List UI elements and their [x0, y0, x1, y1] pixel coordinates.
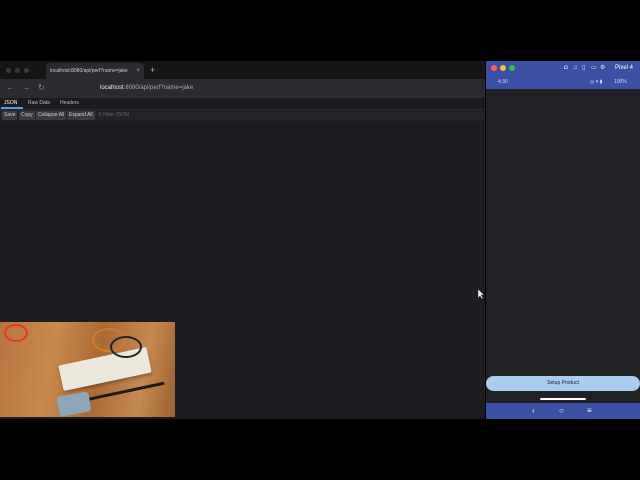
tab-close-icon[interactable]: × [136, 63, 140, 79]
expand-all-button[interactable]: Expand All [67, 111, 95, 120]
device-name: Pixel 4 [615, 65, 634, 71]
address-bar: ← → ↻ localhost:8080/api/perf?name=jake [0, 79, 485, 98]
copy-button[interactable]: Copy [19, 111, 35, 120]
browser-tab[interactable]: localhost:8080/api/perf?name=jake × [46, 63, 144, 79]
headphones-icon[interactable]: ♫ [573, 63, 578, 73]
window-icon[interactable]: ▭ [591, 63, 597, 73]
android-status-bar: 4:30 ◎ ▾ ▮ 100% [486, 75, 640, 89]
url-path: :8080/api/perf?name=jake [123, 85, 194, 91]
gesture-indicator [540, 398, 586, 400]
tab-bar: localhost:8080/api/perf?name=jake × + [0, 61, 485, 79]
tab-raw-data[interactable]: Raw Data [28, 98, 50, 109]
emulator-close-dot[interactable] [491, 65, 497, 71]
emulator-zoom-dot[interactable] [509, 65, 515, 71]
json-viewer-tabs: JSON Raw Data Headers [0, 98, 485, 110]
setup-product-button[interactable]: Setup Product [486, 376, 640, 391]
recents-nav-icon[interactable]: ≡ [587, 405, 592, 417]
json-toolbar: Save Copy Collapse All Expand All ⊻ Filt… [0, 110, 485, 121]
status-icons: ◎ ▾ ▮ [590, 79, 603, 85]
webcam-overlay [0, 322, 175, 417]
forward-icon[interactable]: → [22, 83, 30, 93]
collapse-all-button[interactable]: Collapse All [36, 111, 67, 120]
save-button[interactable]: Save [2, 111, 18, 120]
usb-device-image [56, 391, 92, 417]
home-nav-icon[interactable]: ○ [559, 405, 564, 417]
android-nav-bar: ‹ ○ ≡ [486, 403, 640, 419]
cable-image [85, 381, 165, 402]
status-battery: 100% [614, 79, 627, 85]
tab-title: localhost:8080/api/perf?name=jake [50, 68, 128, 74]
window-close-dot[interactable] [6, 68, 11, 73]
back-icon[interactable]: ← [6, 83, 14, 93]
window-zoom-dot[interactable] [24, 68, 29, 73]
camera-icon[interactable]: ◘ [564, 63, 568, 73]
status-time: 4:30 [498, 79, 508, 85]
url-field[interactable]: localhost:8080/api/perf?name=jake [100, 83, 193, 93]
emulator-title-bar: ◘ ♫ ▯ ▭ ⚙ Pixel 4 [486, 61, 640, 75]
url-host: localhost [100, 85, 124, 91]
back-nav-icon[interactable]: ‹ [532, 405, 535, 417]
new-tab-button[interactable]: + [150, 63, 155, 77]
reload-icon[interactable]: ↻ [38, 83, 45, 93]
wire-image [4, 324, 28, 342]
tab-headers[interactable]: Headers [60, 98, 79, 109]
wire-image [110, 336, 142, 358]
settings-gear-icon[interactable]: ⚙ [600, 63, 605, 73]
android-emulator: ◘ ♫ ▯ ▭ ⚙ Pixel 4 4:30 ◎ ▾ ▮ 100% Setup … [486, 61, 640, 419]
window-minimize-dot[interactable] [15, 68, 20, 73]
emulator-minimize-dot[interactable] [500, 65, 506, 71]
active-tab-indicator [1, 107, 23, 109]
phone-screen-icon[interactable]: ▯ [582, 63, 585, 73]
filter-json-input[interactable]: ⊻ Filter JSON [98, 111, 129, 120]
filter-placeholder: Filter JSON [103, 112, 129, 118]
